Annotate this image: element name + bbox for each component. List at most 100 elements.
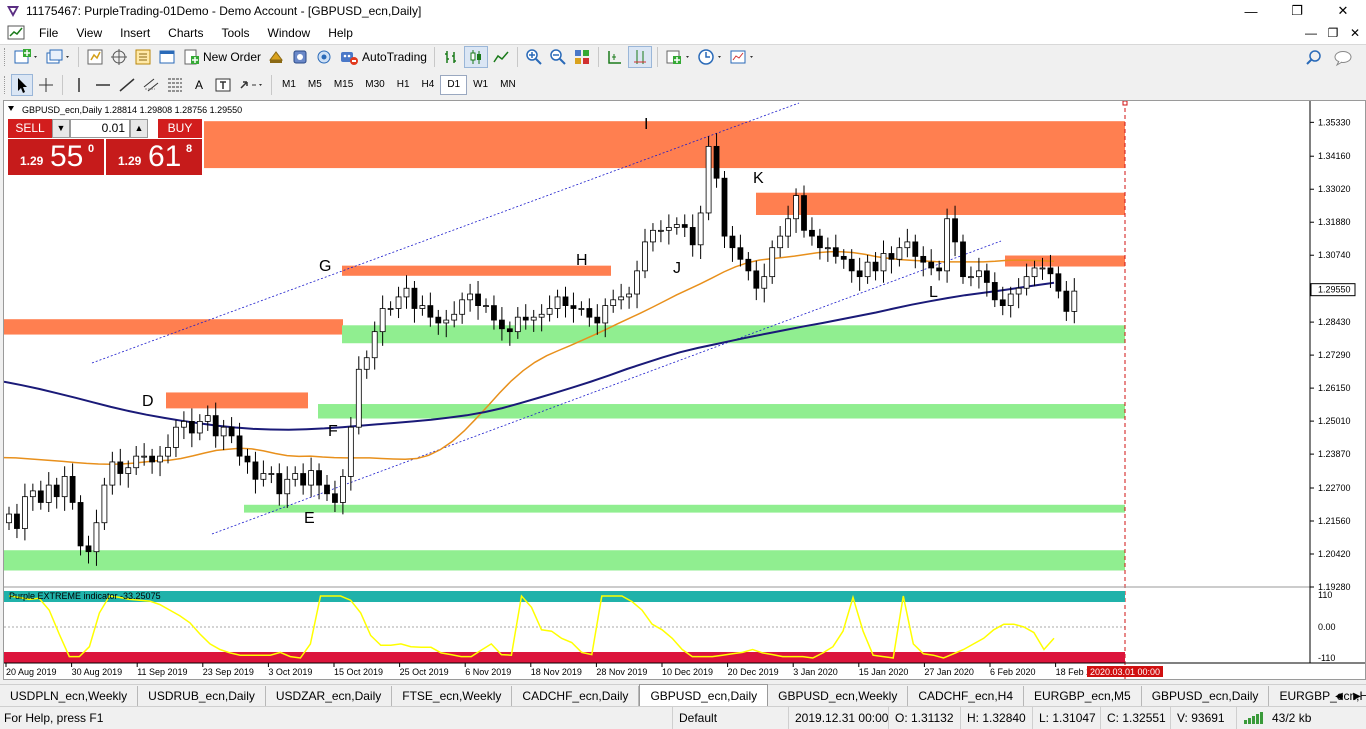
timeframe-m1[interactable]: M1	[276, 75, 302, 95]
market-watch-button[interactable]	[84, 46, 106, 68]
new-order-button[interactable]: New Order	[180, 46, 263, 68]
tab-gbpusd-daily[interactable]: GBPUSD_ecn,Daily	[639, 684, 769, 706]
menu-bar: File View Insert Charts Tools Window Hel…	[0, 22, 1366, 44]
lot-size-input[interactable]: 0.01	[70, 119, 130, 138]
chat-button[interactable]	[1331, 47, 1355, 69]
data-window-button[interactable]	[108, 46, 130, 68]
chat-icon	[1334, 51, 1352, 67]
templates-button[interactable]	[727, 46, 757, 68]
autotrading-button[interactable]: AutoTrading	[337, 46, 429, 68]
price-tick-label: 1.30740	[1318, 250, 1351, 260]
bull-candle	[650, 229, 656, 243]
tile-windows-button[interactable]	[571, 46, 593, 68]
arrows-button[interactable]	[236, 74, 266, 96]
app-icon	[7, 6, 19, 17]
lot-decrease-button[interactable]: ▼	[52, 119, 70, 138]
minimize-button[interactable]: —	[1228, 0, 1274, 22]
navigator-button[interactable]	[132, 46, 154, 68]
menu-view[interactable]: View	[67, 22, 111, 44]
text-tool-button[interactable]: A	[188, 74, 210, 96]
timeframe-m15[interactable]: M15	[328, 75, 359, 95]
status-connection[interactable]: 43/2 kb	[1236, 707, 1366, 729]
bull-candle	[29, 490, 36, 498]
tile-windows-icon	[574, 50, 589, 64]
menu-file[interactable]: File	[30, 22, 67, 44]
tab-eurgbp-m5[interactable]: EURGBP_ecn,M5	[1024, 686, 1142, 706]
periods-button[interactable]	[695, 46, 725, 68]
zoom-out-button[interactable]	[547, 46, 569, 68]
candlestick-chart-button[interactable]	[463, 46, 488, 68]
bear-candle	[912, 241, 919, 257]
menu-help[interactable]: Help	[319, 22, 362, 44]
new-chart-button[interactable]	[11, 46, 41, 68]
bear-candle	[252, 461, 259, 480]
line-chart-button[interactable]	[490, 46, 512, 68]
buy-price-box[interactable]: 1.29 61 8	[106, 139, 202, 175]
profiles-button[interactable]	[43, 46, 73, 68]
maximize-button[interactable]: ❐	[1274, 0, 1320, 22]
bull-candle	[602, 305, 609, 324]
standard-toolbar: New Order AutoTrading	[0, 44, 1366, 69]
resistance-zone	[342, 265, 611, 276]
tab-cadchf-h4[interactable]: CADCHF_ecn,H4	[908, 686, 1025, 706]
timeframe-m30[interactable]: M30	[359, 75, 390, 95]
auto-scroll-button[interactable]	[604, 46, 626, 68]
bear-candle	[37, 490, 44, 503]
bear-candle	[1055, 273, 1062, 292]
tab-usdzar-daily[interactable]: USDZAR_ecn,Daily	[266, 686, 393, 706]
price-tick-label: 1.20420	[1318, 549, 1351, 559]
tab-ftse-weekly[interactable]: FTSE_ecn,Weekly	[392, 686, 513, 706]
child-close-button[interactable]: ✕	[1344, 26, 1366, 40]
support-zone	[318, 404, 1125, 419]
equidistant-channel-button[interactable]	[140, 74, 162, 96]
timeframe-h1[interactable]: H1	[391, 75, 416, 95]
price-chart[interactable]: I K G H J L D F E 1.35330 1.34160 1.33020 1.31880 1.…	[4, 101, 1365, 679]
horizontal-line-button[interactable]	[92, 74, 114, 96]
search-button[interactable]	[1303, 47, 1325, 69]
buy-button[interactable]: BUY	[158, 119, 202, 138]
market-button[interactable]	[289, 46, 311, 68]
bar-chart-button[interactable]	[440, 46, 462, 68]
timeframe-mn[interactable]: MN	[494, 75, 522, 95]
timeframe-h4[interactable]: H4	[416, 75, 441, 95]
tab-scroll-right-icon[interactable]: ▶	[1348, 691, 1366, 702]
timeframe-d1[interactable]: D1	[440, 74, 468, 95]
zoom-in-button[interactable]	[523, 46, 545, 68]
vertical-line-button[interactable]	[68, 74, 90, 96]
signals-button[interactable]	[265, 46, 287, 68]
chart-window-icon[interactable]	[6, 24, 26, 42]
chart-window[interactable]: I K G H J L D F E 1.35330 1.34160 1.33020 1.31880 1.…	[3, 100, 1366, 680]
sell-button[interactable]: SELL	[8, 119, 52, 138]
text-label-button[interactable]	[212, 74, 234, 96]
lot-increase-button[interactable]: ▲	[130, 119, 148, 138]
menu-insert[interactable]: Insert	[111, 22, 159, 44]
tab-cadchf-daily[interactable]: CADCHF_ecn,Daily	[512, 686, 640, 706]
tab-usdpln-weekly[interactable]: USDPLN_ecn,Weekly	[0, 686, 139, 706]
crosshair-tool-button[interactable]	[35, 74, 57, 96]
tab-usdrub-daily[interactable]: USDRUB_ecn,Daily	[138, 686, 266, 706]
bear-candle	[435, 316, 442, 324]
tab-gbpusd-weekly[interactable]: GBPUSD_ecn,Weekly	[768, 686, 909, 706]
menu-charts[interactable]: Charts	[159, 22, 212, 44]
close-button[interactable]: ✕	[1320, 0, 1366, 22]
bear-candle	[117, 461, 124, 474]
search-icon	[1306, 50, 1321, 65]
child-minimize-button[interactable]: —	[1300, 26, 1322, 40]
trendline-button[interactable]	[116, 74, 138, 96]
terminal-button[interactable]	[156, 46, 178, 68]
menu-window[interactable]: Window	[259, 22, 320, 44]
cursor-tool-button[interactable]	[11, 73, 33, 96]
bear-candle	[586, 308, 593, 318]
price-tick-label: 1.29550	[1318, 285, 1351, 295]
child-restore-button[interactable]: ❐	[1322, 26, 1344, 40]
timeframe-w1[interactable]: W1	[467, 75, 494, 95]
chart-shift-button[interactable]	[627, 46, 652, 68]
metaeditor-button[interactable]	[313, 46, 335, 68]
menu-tools[interactable]: Tools	[213, 22, 259, 44]
tab-gbpusd-daily-2[interactable]: GBPUSD_ecn,Daily	[1142, 686, 1270, 706]
sell-price-box[interactable]: 1.29 55 0	[8, 139, 104, 175]
indicators-button[interactable]	[663, 46, 693, 68]
fibonacci-button[interactable]	[164, 74, 186, 96]
tab-scroll-left-icon[interactable]: ◀	[1330, 691, 1348, 702]
timeframe-m5[interactable]: M5	[302, 75, 328, 95]
